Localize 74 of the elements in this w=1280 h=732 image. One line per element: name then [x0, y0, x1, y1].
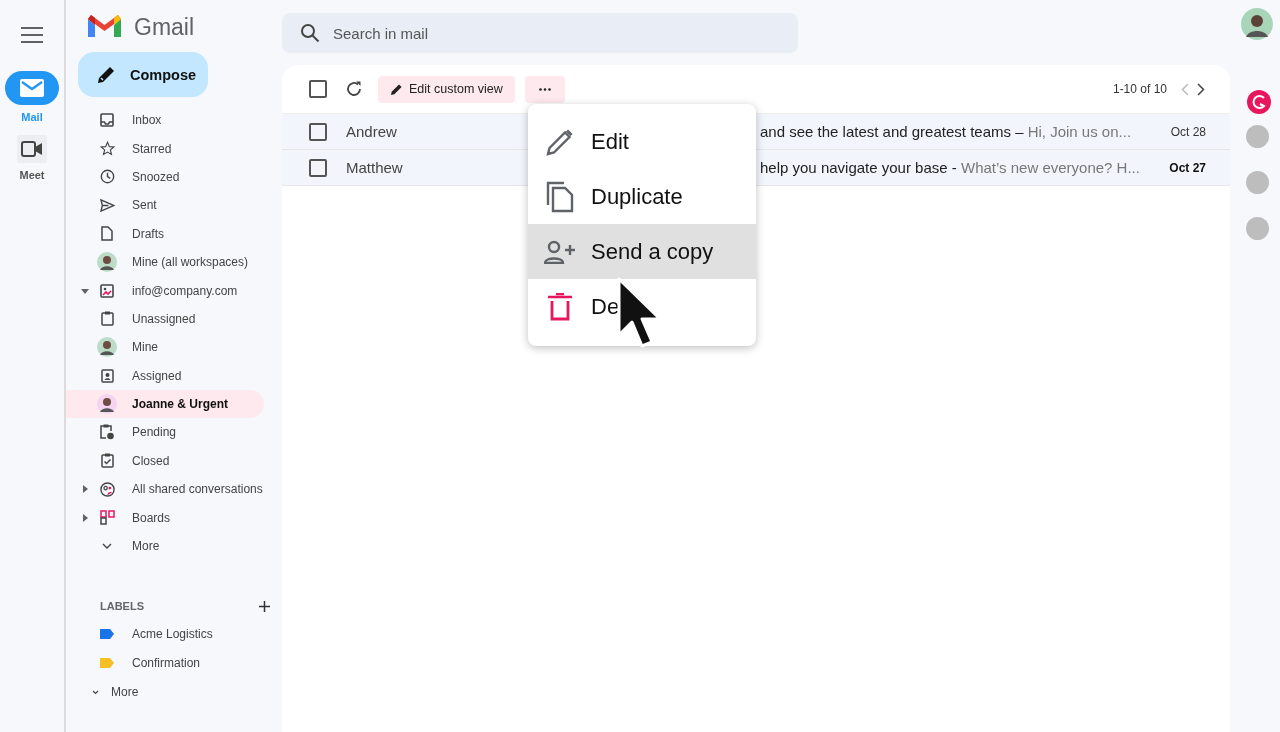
star-icon: [99, 141, 115, 157]
avatar-icon[interactable]: [1241, 8, 1273, 40]
sender-name: Matthew: [346, 159, 404, 176]
checkbox[interactable]: [309, 122, 327, 141]
pencil-icon: [390, 82, 403, 96]
more-icon: [538, 87, 551, 91]
search-icon[interactable]: [300, 23, 320, 43]
document-icon: [101, 226, 113, 242]
checkbox[interactable]: [309, 158, 327, 177]
add-icon[interactable]: [259, 600, 270, 612]
section-heading: LABELS: [100, 600, 144, 613]
refresh-icon[interactable]: [345, 80, 363, 98]
chevron-down-icon: [102, 543, 112, 550]
sidebar-item[interactable]: Mine (all workspaces): [66, 247, 264, 277]
menu-item[interactable]: De: [528, 279, 756, 334]
id-badge-icon: [100, 368, 114, 384]
clipboard-check-icon: [100, 453, 114, 469]
next-page-icon[interactable]: [1197, 82, 1205, 96]
sidebar-item[interactable]: Assigned: [66, 361, 264, 390]
logo-icon: [88, 15, 121, 39]
copy-icon: [544, 180, 576, 213]
label-item[interactable]: Confirmation: [66, 648, 264, 678]
date-text: Oct 27: [1168, 160, 1206, 175]
video-button[interactable]: [17, 135, 47, 163]
rail-label: Mail: [21, 111, 43, 123]
mail-icon: [20, 79, 44, 97]
sender-name: Andrew: [346, 123, 398, 140]
inbox-icon: [100, 113, 114, 128]
checkbox[interactable]: [309, 80, 327, 98]
search-field[interactable]: Search in mail: [282, 13, 798, 53]
sidebar-item[interactable]: Starred: [66, 134, 264, 163]
menu-item[interactable]: Send a copy: [528, 224, 756, 279]
sidebar-item[interactable]: info@company.com: [66, 276, 264, 305]
sidebar-item[interactable]: Joanne & Urgent: [66, 389, 264, 419]
sidebar-item[interactable]: All shared conversations: [66, 475, 264, 504]
boards-icon: [99, 510, 115, 526]
send-icon: [99, 198, 115, 212]
subject-text: help you navigate your base - What’s new everyone? H...: [760, 159, 1141, 176]
sidebar-item[interactable]: Mine: [66, 333, 264, 362]
date-text: Oct 28: [1169, 124, 1206, 139]
label-item[interactable]: Acme Logistics: [66, 620, 264, 649]
caret-icon[interactable]: [81, 513, 89, 522]
clock-icon: [99, 169, 115, 185]
people-icon: [99, 481, 115, 497]
avatar-icon: [97, 394, 117, 415]
chevron-down-icon: [92, 689, 99, 695]
sidebar-item[interactable]: Sent: [66, 191, 264, 220]
inbox-picture-icon: [100, 283, 114, 298]
sidebar-item[interactable]: More: [66, 531, 264, 561]
more-labels-item[interactable]: More: [92, 679, 139, 706]
sidebar-item[interactable]: Pending: [66, 418, 264, 447]
avatar-icon: [97, 337, 117, 358]
sidebar-item[interactable]: Unassigned: [66, 304, 264, 334]
pencil-icon: [96, 64, 116, 85]
clipboard-clock-icon: [100, 424, 114, 441]
add-person-icon: [544, 239, 576, 264]
edit-view-button[interactable]: Edit custom view: [378, 75, 515, 103]
sidebar-item[interactable]: Snoozed: [66, 162, 264, 192]
mail-button[interactable]: [5, 71, 59, 105]
sidebar-item[interactable]: Boards: [66, 503, 264, 532]
sidebar-item[interactable]: Drafts: [66, 219, 264, 248]
app-name: Gmail: [134, 13, 195, 41]
menu-icon[interactable]: [21, 27, 43, 43]
app-logo-icon[interactable]: [1246, 89, 1272, 115]
pagination-text: 1-10 of 10: [1112, 82, 1167, 96]
clipboard-icon: [100, 311, 114, 327]
avatar-icon: [97, 252, 117, 273]
caret-icon[interactable]: [81, 485, 89, 494]
caret-icon[interactable]: [81, 286, 89, 295]
compose-button[interactable]: Compose: [78, 52, 208, 97]
rail-label: Meet: [19, 169, 45, 181]
subject-text: and see the latest and greatest teams – Hi, Join us on...: [760, 123, 1133, 140]
sidebar-item[interactable]: Closed: [66, 446, 264, 476]
sidebar-item[interactable]: Inbox: [66, 106, 264, 135]
